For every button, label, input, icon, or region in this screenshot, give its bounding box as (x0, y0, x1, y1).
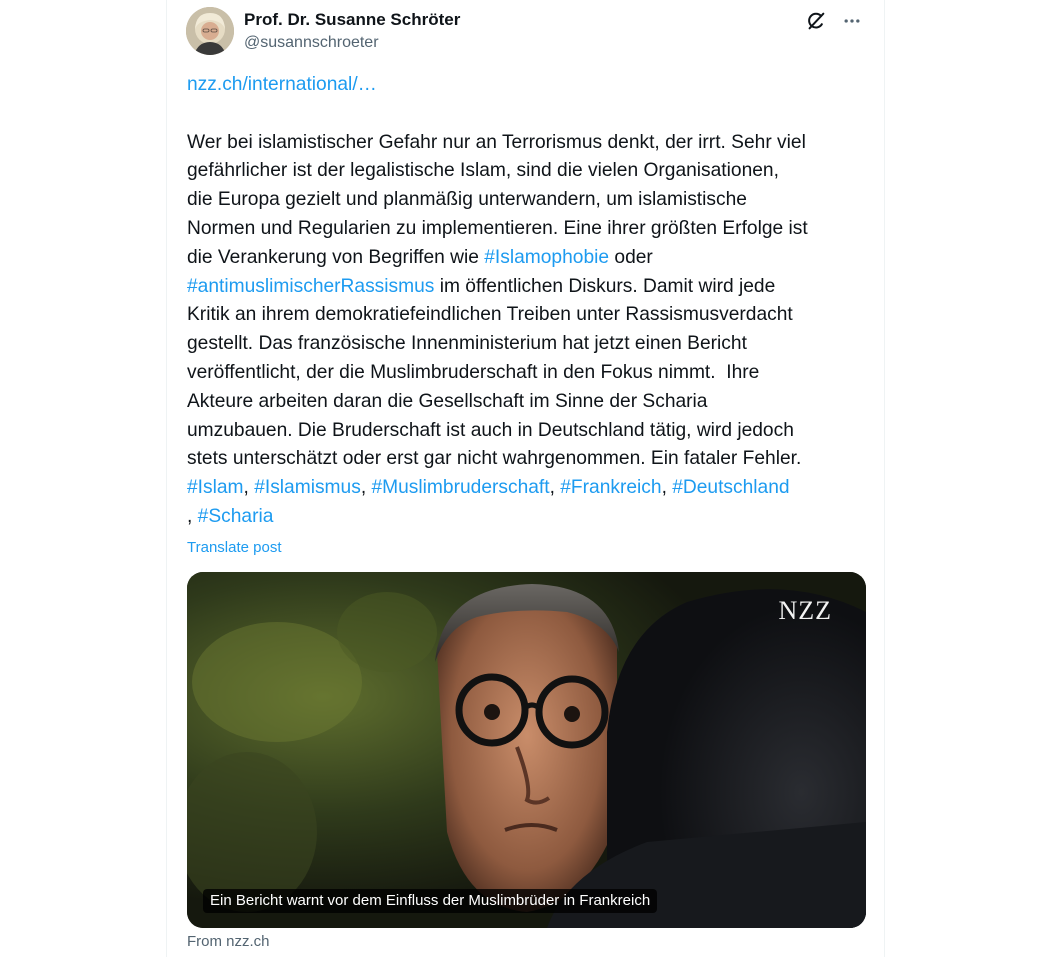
post-text-part-3: im öffentlichen Diskurs. Damit wird jede… (187, 275, 802, 470)
post-actions (804, 9, 864, 33)
card-caption: Ein Bericht warnt vor dem Einfluss der M… (203, 889, 658, 913)
grok-icon[interactable] (804, 9, 828, 33)
hashtag-separator: , (549, 477, 561, 499)
card-source[interactable]: From nzz.ch (187, 932, 270, 952)
nzz-logo: NZZ (778, 596, 832, 625)
hashtag-separator: , (360, 477, 372, 499)
hashtag-islamismus[interactable]: #Islamismus (254, 477, 361, 498)
article-image (187, 572, 866, 928)
hashtag-frankreich[interactable]: #Frankreich (560, 477, 661, 498)
handle[interactable]: @susannschroeter (244, 32, 460, 54)
hashtag-deutschland[interactable]: #Deutschland (672, 477, 789, 498)
hashtag-scharia[interactable]: #Scharia (198, 506, 274, 527)
hashtag-islamophobie[interactable]: #Islamophobie (484, 247, 609, 268)
display-name[interactable]: Prof. Dr. Susanne Schröter (244, 8, 460, 32)
link-preview-card[interactable]: NZZ Ein Bericht warnt vor dem Einfluss d… (187, 572, 866, 928)
hashtag-muslimbruderschaft[interactable]: #Muslimbruderschaft (371, 477, 549, 498)
avatar[interactable] (186, 7, 234, 55)
hashtag-separator: , (187, 505, 193, 527)
post-text: nzz.ch/international/… Wer bei islamisti… (187, 71, 867, 532)
hashtag-islam[interactable]: #Islam (187, 477, 244, 498)
hashtag-separator: , (243, 477, 255, 499)
article-link[interactable]: nzz.ch/international/… (187, 74, 377, 95)
hashtag-antimuslimischer-rassismus[interactable]: #antimuslimischerRassismus (187, 276, 434, 297)
translate-post-link[interactable]: Translate post (187, 538, 282, 558)
author-block: Prof. Dr. Susanne Schröter @susannschroe… (244, 8, 460, 54)
hashtag-separator: , (661, 477, 673, 499)
post-column: Prof. Dr. Susanne Schröter @susannschroe… (166, 0, 885, 957)
more-icon[interactable] (840, 9, 864, 33)
post-text-part-2: oder (614, 246, 653, 268)
